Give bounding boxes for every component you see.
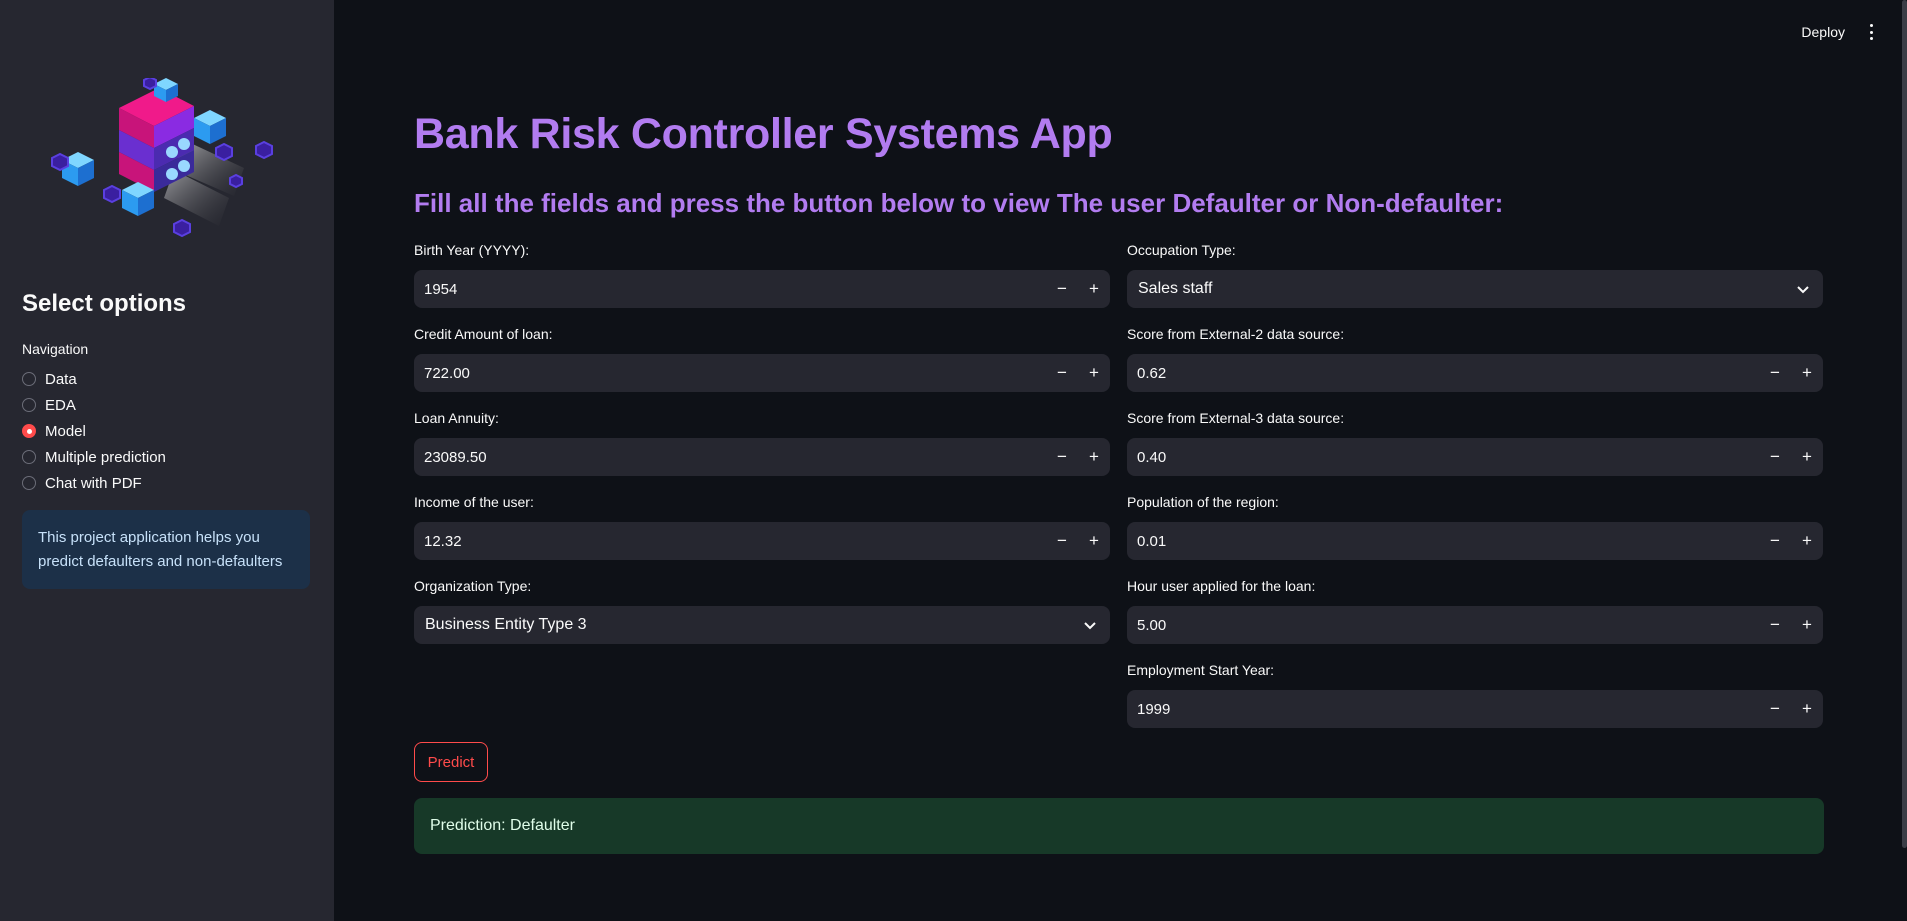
- decrement-button[interactable]: −: [1046, 270, 1078, 308]
- field-label: Loan Annuity:: [414, 410, 499, 426]
- credit-amount-field: Credit Amount of loan: 722.00 − +: [414, 326, 1110, 392]
- decrement-button[interactable]: −: [1046, 438, 1078, 476]
- field-value[interactable]: 722.00: [414, 365, 1046, 382]
- decrement-button[interactable]: −: [1759, 522, 1791, 560]
- chevron-down-icon[interactable]: [1070, 606, 1110, 644]
- credit-amount-input[interactable]: 722.00 − +: [414, 354, 1110, 392]
- increment-button[interactable]: +: [1078, 438, 1110, 476]
- field-label: Employment Start Year:: [1127, 662, 1275, 678]
- birth-year-field: Birth Year (YYYY): 1954 − +: [414, 242, 1110, 308]
- income-field: Income of the user: 12.32 − +: [414, 494, 1110, 560]
- scrollbar[interactable]: [1902, 0, 1907, 848]
- region-population-field: Population of the region: 0.01 − +: [1127, 494, 1823, 560]
- field-label: Score from External-2 data source:: [1127, 326, 1345, 342]
- nav-option-chat-with-pdf[interactable]: Chat with PDF: [22, 470, 166, 496]
- decrement-button[interactable]: −: [1759, 354, 1791, 392]
- radio-circle-selected[interactable]: [22, 424, 36, 438]
- nav-option-label: Model: [45, 422, 86, 440]
- field-value[interactable]: 5.00: [1127, 617, 1759, 634]
- prediction-result-alert: Prediction: Defaulter: [414, 798, 1824, 854]
- increment-button[interactable]: +: [1791, 522, 1823, 560]
- field-label: Hour user applied for the loan:: [1127, 578, 1316, 594]
- nav-option-multiple-prediction[interactable]: Multiple prediction: [22, 444, 166, 470]
- radio-circle[interactable]: [22, 398, 36, 412]
- field-value[interactable]: 0.40: [1127, 449, 1759, 466]
- increment-button[interactable]: +: [1791, 606, 1823, 644]
- sidebar: Select options Navigation Data EDA Model…: [0, 0, 334, 921]
- nav-option-label: Chat with PDF: [45, 474, 142, 492]
- occupation-type-field: Occupation Type: Sales staff: [1127, 242, 1823, 308]
- nav-option-label: EDA: [45, 396, 76, 414]
- field-value[interactable]: 1999: [1127, 701, 1759, 718]
- field-label: Population of the region:: [1127, 494, 1279, 510]
- field-label: Income of the user:: [414, 494, 534, 510]
- field-label: Credit Amount of loan:: [414, 326, 553, 342]
- field-label: Birth Year (YYYY):: [414, 242, 530, 258]
- increment-button[interactable]: +: [1791, 690, 1823, 728]
- field-value[interactable]: 12.32: [414, 533, 1046, 550]
- decrement-button[interactable]: −: [1759, 606, 1791, 644]
- navigation-label: Navigation: [22, 341, 89, 357]
- nav-option-eda[interactable]: EDA: [22, 392, 166, 418]
- external-2-score-field: Score from External-2 data source: 0.62 …: [1127, 326, 1823, 392]
- application-hour-field: Hour user applied for the loan: 5.00 − +: [1127, 578, 1823, 644]
- nav-option-label: Multiple prediction: [45, 448, 166, 466]
- field-value[interactable]: 1954: [414, 281, 1046, 298]
- external-2-score-input[interactable]: 0.62 − +: [1127, 354, 1823, 392]
- select-value[interactable]: Business Entity Type 3: [414, 616, 1070, 634]
- employment-start-year-field: Employment Start Year: 1999 − +: [1127, 662, 1823, 728]
- field-label: Organization Type:: [414, 578, 532, 594]
- field-value[interactable]: 0.01: [1127, 533, 1759, 550]
- select-value[interactable]: Sales staff: [1127, 280, 1783, 298]
- organization-type-field: Organization Type: Business Entity Type …: [414, 578, 1110, 644]
- nav-option-data[interactable]: Data: [22, 366, 166, 392]
- decrement-button[interactable]: −: [1759, 690, 1791, 728]
- increment-button[interactable]: +: [1078, 522, 1110, 560]
- main-menu-icon[interactable]: [1865, 22, 1877, 42]
- radio-circle[interactable]: [22, 476, 36, 490]
- field-label: Occupation Type:: [1127, 242, 1236, 258]
- nav-option-model[interactable]: Model: [22, 418, 166, 444]
- income-input[interactable]: 12.32 − +: [414, 522, 1110, 560]
- decrement-button[interactable]: −: [1046, 354, 1078, 392]
- application-hour-input[interactable]: 5.00 − +: [1127, 606, 1823, 644]
- info-box: This project application helps you predi…: [22, 510, 310, 589]
- page-title: Bank Risk Controller Systems App: [414, 110, 1113, 158]
- nav-option-label: Data: [45, 370, 77, 388]
- external-3-score-field: Score from External-3 data source: 0.40 …: [1127, 410, 1823, 476]
- increment-button[interactable]: +: [1078, 354, 1110, 392]
- deploy-button[interactable]: Deploy: [1801, 24, 1845, 40]
- occupation-type-select[interactable]: Sales staff: [1127, 270, 1823, 308]
- page-subtitle: Fill all the fields and press the button…: [414, 188, 1504, 218]
- radio-circle[interactable]: [22, 372, 36, 386]
- loan-annuity-field: Loan Annuity: 23089.50 − +: [414, 410, 1110, 476]
- organization-type-select[interactable]: Business Entity Type 3: [414, 606, 1110, 644]
- loan-annuity-input[interactable]: 23089.50 − +: [414, 438, 1110, 476]
- region-population-input[interactable]: 0.01 − +: [1127, 522, 1823, 560]
- navigation-radio-group: Data EDA Model Multiple prediction Chat …: [22, 366, 166, 496]
- field-label: Score from External-3 data source:: [1127, 410, 1345, 426]
- predict-button[interactable]: Predict: [414, 742, 488, 782]
- sidebar-title: Select options: [22, 290, 187, 317]
- birth-year-input[interactable]: 1954 − +: [414, 270, 1110, 308]
- decrement-button[interactable]: −: [1759, 438, 1791, 476]
- radio-circle[interactable]: [22, 450, 36, 464]
- increment-button[interactable]: +: [1078, 270, 1110, 308]
- increment-button[interactable]: +: [1791, 438, 1823, 476]
- field-value[interactable]: 0.62: [1127, 365, 1759, 382]
- chevron-down-icon[interactable]: [1783, 270, 1823, 308]
- external-3-score-input[interactable]: 0.40 − +: [1127, 438, 1823, 476]
- app-logo: [44, 75, 290, 254]
- field-value[interactable]: 23089.50: [414, 449, 1046, 466]
- employment-start-year-input[interactable]: 1999 − +: [1127, 690, 1823, 728]
- decrement-button[interactable]: −: [1046, 522, 1078, 560]
- increment-button[interactable]: +: [1791, 354, 1823, 392]
